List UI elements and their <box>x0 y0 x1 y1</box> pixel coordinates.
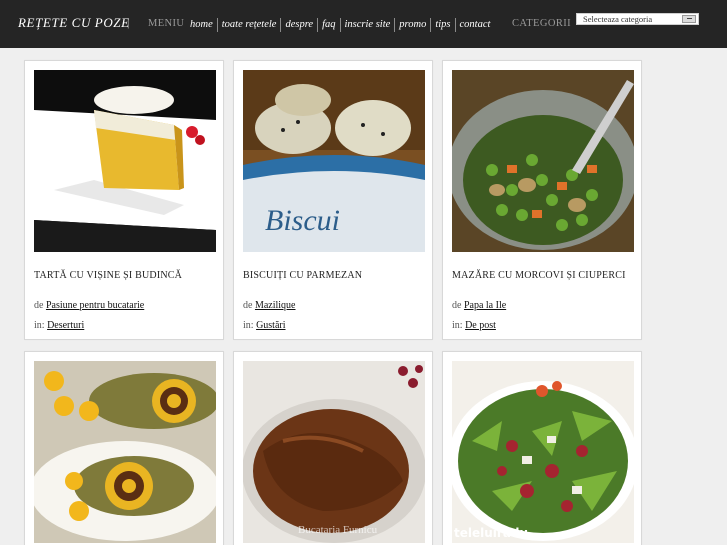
category-link[interactable]: Gustări <box>256 320 285 331</box>
nav-all-recipes[interactable]: toate rețetele <box>216 18 281 32</box>
recipe-card <box>24 351 224 545</box>
site-header: REȚETE CU POZE | MENIU home toate rețete… <box>0 0 727 48</box>
recipe-category: in: Deserturi <box>34 320 84 331</box>
photo-watermark: teleluiradu <box>454 526 528 540</box>
recipe-category: in: De post <box>452 320 496 331</box>
recipe-card: Bucataria Furnicu <box>233 351 433 545</box>
nav-faq[interactable]: faq <box>317 18 339 32</box>
author-link[interactable]: Papa la Ile <box>464 300 506 311</box>
recipe-photo[interactable]: Bucataria Furnicu <box>243 361 425 543</box>
in-label: in: <box>34 320 45 331</box>
recipe-category: in: Gustări <box>243 320 286 331</box>
recipe-photo[interactable] <box>34 70 216 252</box>
photo-watermark: Bucataria Furnicu <box>298 524 378 536</box>
site-logo[interactable]: REȚETE CU POZE <box>18 15 130 31</box>
category-select-value: Selecteaza categoria <box>583 14 653 24</box>
nav-home[interactable]: home <box>186 18 217 32</box>
by-label: de <box>243 300 253 311</box>
menu-label: MENIU <box>148 18 185 29</box>
recipe-author: de Mazilique <box>243 300 296 311</box>
tin-label: Biscui <box>265 204 340 237</box>
recipe-card: Biscui BISCUIȚI CU PARMEZAN de Mazilique… <box>233 60 433 340</box>
category-link[interactable]: Deserturi <box>47 320 84 331</box>
category-select[interactable]: Selecteaza categoria <box>576 13 699 25</box>
recipe-title[interactable]: BISCUIȚI CU PARMEZAN <box>243 270 362 281</box>
dropdown-arrow-icon[interactable] <box>682 15 696 23</box>
recipe-title[interactable]: MAZĂRE CU MORCOVI ȘI CIUPERCI <box>452 270 626 281</box>
recipe-card: teleluiradu <box>442 351 642 545</box>
by-label: de <box>34 300 44 311</box>
category-link[interactable]: De post <box>465 320 496 331</box>
by-label: de <box>452 300 462 311</box>
recipe-photo[interactable] <box>452 70 634 252</box>
in-label: in: <box>243 320 254 331</box>
recipe-author: de Papa la Ile <box>452 300 506 311</box>
recipe-photo[interactable]: teleluiradu <box>452 361 634 543</box>
nav-register-site[interactable]: inscrie site <box>339 18 395 32</box>
nav-about[interactable]: despre <box>280 18 317 32</box>
recipe-title[interactable]: TARTĂ CU VIȘINE ȘI BUDINCĂ <box>34 270 182 281</box>
recipe-author: de Pasiune pentru bucatarie <box>34 300 144 311</box>
nav-contact[interactable]: contact <box>454 18 495 32</box>
recipe-card: TARTĂ CU VIȘINE ȘI BUDINCĂ de Pasiune pe… <box>24 60 224 340</box>
categories-label: CATEGORII <box>512 18 572 29</box>
author-link[interactable]: Mazilique <box>255 300 296 311</box>
main-nav: home toate rețetele despre faq inscrie s… <box>186 17 494 33</box>
recipe-photo[interactable]: Biscui <box>243 70 425 252</box>
logo-separator: | <box>127 15 130 29</box>
author-link[interactable]: Pasiune pentru bucatarie <box>46 300 144 311</box>
nav-promo[interactable]: promo <box>394 18 430 32</box>
in-label: in: <box>452 320 463 331</box>
recipe-photo[interactable] <box>34 361 216 543</box>
nav-tips[interactable]: tips <box>430 18 454 32</box>
recipe-card: MAZĂRE CU MORCOVI ȘI CIUPERCI de Papa la… <box>442 60 642 340</box>
